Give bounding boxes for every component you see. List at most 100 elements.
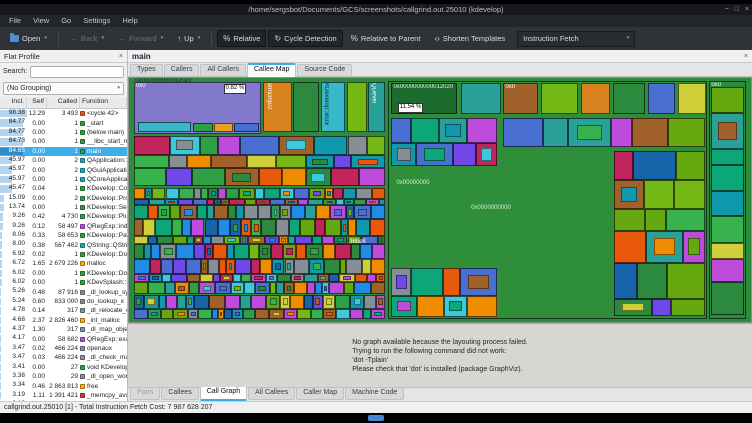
callee-map-subcell[interactable] bbox=[327, 191, 331, 196]
callee-map-subcell[interactable] bbox=[445, 123, 461, 137]
callee-map-cell[interactable] bbox=[158, 205, 170, 220]
callee-map-subcell[interactable] bbox=[268, 238, 276, 242]
callee-map-subcell[interactable] bbox=[577, 124, 602, 140]
callee-map-subcell[interactable] bbox=[283, 191, 291, 196]
callee-map-cell[interactable] bbox=[257, 205, 272, 220]
callee-map-cell[interactable] bbox=[279, 205, 291, 220]
callee-map-subcell[interactable] bbox=[243, 223, 249, 232]
callee-map-cell[interactable] bbox=[276, 282, 285, 295]
callee-map-cell[interactable] bbox=[224, 309, 232, 319]
callee-map-cell[interactable] bbox=[666, 262, 705, 300]
callee-map-cell[interactable] bbox=[370, 309, 386, 319]
callee-map-cell[interactable] bbox=[218, 188, 227, 199]
callee-map-subcell[interactable] bbox=[207, 248, 211, 256]
callee-map-cell[interactable] bbox=[644, 209, 667, 231]
callee-map-subcell[interactable] bbox=[216, 200, 220, 204]
callee-map-subcell[interactable] bbox=[378, 298, 383, 306]
callee-map-cell[interactable] bbox=[294, 282, 307, 295]
callee-map-cell[interactable] bbox=[315, 205, 331, 220]
callee-map-block[interactable] bbox=[647, 83, 676, 115]
callee-map-subcell[interactable] bbox=[227, 238, 236, 242]
function-row[interactable]: 6.02 0.00 1KDevelop::Documen bbox=[0, 269, 127, 278]
callee-map-cell[interactable] bbox=[133, 309, 148, 319]
callee-map-cell[interactable] bbox=[366, 198, 379, 206]
shorten-templates-toggle[interactable]: ‹› Shorten Templates bbox=[428, 30, 511, 47]
tab-callee-map[interactable]: Callee Map bbox=[247, 62, 297, 77]
callee-map-subcell[interactable] bbox=[286, 311, 294, 316]
callee-map-cell[interactable] bbox=[306, 244, 323, 260]
function-row[interactable]: 9.26 0.42 4 730KDevelop::PluginCon bbox=[0, 212, 127, 221]
callee-map-cell[interactable] bbox=[133, 219, 143, 236]
callee-map-cell[interactable] bbox=[173, 235, 188, 245]
callee-map-cell[interactable] bbox=[149, 273, 162, 283]
callee-map-subcell[interactable] bbox=[211, 191, 216, 196]
callee-map-cell[interactable] bbox=[171, 273, 187, 283]
callee-map-cell[interactable] bbox=[199, 282, 216, 295]
tab-all-callers[interactable]: All Callers bbox=[200, 63, 246, 76]
callee-map-subcell[interactable] bbox=[203, 285, 212, 292]
callee-map-cell[interactable] bbox=[358, 168, 386, 187]
function-row[interactable]: 15.09 0.00 2KDevelop::ProjectCo bbox=[0, 194, 127, 203]
callee-map-cell[interactable] bbox=[143, 294, 160, 310]
function-row[interactable]: 4.68 2.37 2 826 460 _int_malloc bbox=[0, 316, 127, 325]
callee-map-subcell[interactable] bbox=[137, 276, 146, 280]
callee-map-subcell[interactable] bbox=[336, 238, 345, 242]
callee-map-cell[interactable] bbox=[305, 205, 316, 220]
back-button[interactable]: ← Back ▾ bbox=[64, 30, 110, 47]
callee-map-cell[interactable] bbox=[133, 188, 146, 199]
callee-map-cell[interactable] bbox=[224, 294, 240, 310]
callee-map-cell[interactable] bbox=[258, 244, 272, 260]
callee-map-subcell[interactable] bbox=[188, 298, 192, 306]
callee-map-cell[interactable] bbox=[190, 219, 205, 236]
callee-map-cell[interactable] bbox=[294, 235, 313, 245]
callee-map-cell[interactable] bbox=[330, 205, 346, 220]
callee-map-cell[interactable] bbox=[193, 198, 207, 206]
callee-map-cell[interactable] bbox=[233, 273, 242, 283]
callee-map-cell[interactable] bbox=[226, 259, 235, 274]
callee-map-cell[interactable] bbox=[147, 309, 161, 319]
callee-map-cell[interactable] bbox=[231, 309, 244, 319]
callee-map-cell[interactable] bbox=[410, 117, 439, 143]
callee-map-cell[interactable] bbox=[311, 235, 322, 245]
callee-map-cell[interactable] bbox=[164, 282, 175, 295]
callee-map-subcell[interactable] bbox=[232, 223, 239, 232]
callee-map-cell[interactable] bbox=[351, 244, 360, 260]
callee-map-subcell[interactable] bbox=[312, 191, 321, 196]
callee-map-cell[interactable] bbox=[542, 117, 569, 147]
callee-map-subcell[interactable] bbox=[323, 285, 328, 292]
callee-map-cell[interactable] bbox=[196, 205, 207, 220]
callee-map-cell[interactable] bbox=[176, 294, 186, 310]
callee-map-cell[interactable] bbox=[329, 273, 340, 283]
callee-map-cell[interactable] bbox=[230, 282, 244, 295]
callee-map-cell[interactable] bbox=[314, 282, 322, 295]
callee-map-cell[interactable] bbox=[568, 117, 611, 147]
callee-map-block[interactable] bbox=[214, 122, 233, 133]
callee-map-cell[interactable] bbox=[271, 259, 285, 274]
event-type-combo[interactable]: Instruction Fetch ▾ bbox=[517, 30, 636, 47]
callee-map-subcell[interactable] bbox=[325, 298, 333, 306]
callee-map-cell[interactable] bbox=[243, 309, 255, 319]
callee-map-cell[interactable] bbox=[322, 294, 336, 310]
function-row[interactable]: 6.02 0.00 1KDevSplash::KDevSp bbox=[0, 278, 127, 287]
callee-map-cell[interactable] bbox=[281, 168, 306, 187]
menu-go[interactable]: Go bbox=[55, 15, 77, 27]
callee-map-subcell[interactable] bbox=[196, 238, 201, 242]
callee-map-cell[interactable] bbox=[298, 198, 309, 206]
callee-map-cell[interactable] bbox=[147, 282, 165, 295]
callee-map-cell[interactable] bbox=[411, 268, 444, 296]
callee-map-cell[interactable] bbox=[355, 273, 368, 283]
callee-map-subcell[interactable] bbox=[168, 200, 175, 204]
search-input[interactable] bbox=[30, 65, 124, 78]
callee-map-cell[interactable] bbox=[239, 235, 249, 245]
callee-map-subcell[interactable] bbox=[160, 208, 167, 216]
callee-map-block[interactable] bbox=[293, 81, 320, 133]
callee-map-cell[interactable] bbox=[250, 219, 262, 236]
function-row[interactable]: 84.77 0.00 1 _start bbox=[0, 118, 127, 127]
callee-map-cell[interactable] bbox=[284, 282, 294, 295]
column-header-incl[interactable]: Incl. bbox=[0, 97, 27, 108]
callee-map-cell[interactable] bbox=[169, 205, 180, 220]
callee-map-cell[interactable] bbox=[207, 198, 214, 206]
callee-map-subcell[interactable] bbox=[320, 276, 327, 280]
callee-map-subcell[interactable] bbox=[424, 148, 445, 161]
callee-map-block[interactable] bbox=[540, 83, 579, 115]
